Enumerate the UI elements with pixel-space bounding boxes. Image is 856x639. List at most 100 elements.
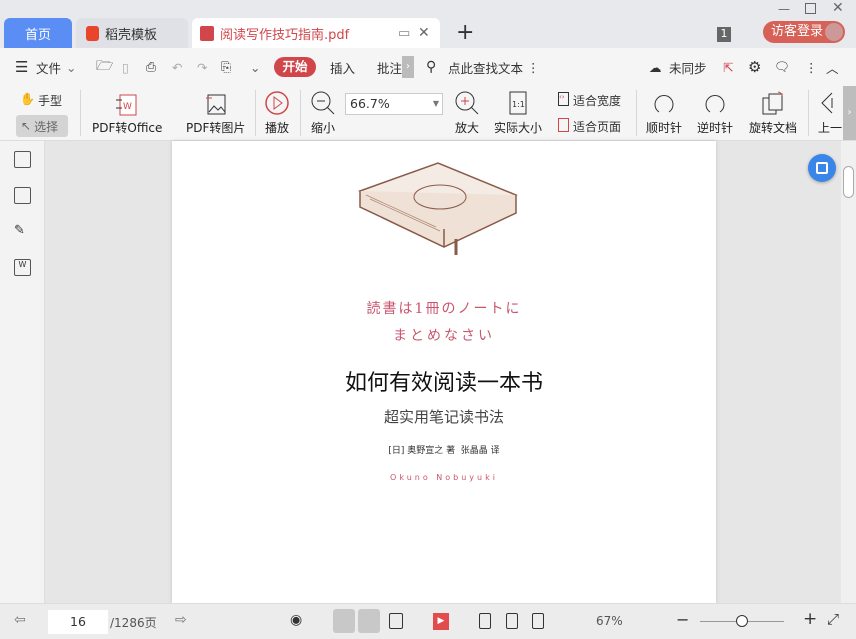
undo-icon[interactable]: ↶ bbox=[172, 60, 182, 75]
hand-icon: ✋ bbox=[20, 92, 35, 106]
pin-icon[interactable]: ▭ bbox=[398, 26, 410, 41]
open-icon[interactable]: 🗁 bbox=[96, 55, 113, 79]
fit-page-button[interactable]: 适合页面 bbox=[558, 118, 621, 135]
convert-icon bbox=[816, 162, 828, 174]
window-maximize-button[interactable] bbox=[805, 3, 816, 14]
tab-start[interactable]: 开始 bbox=[274, 57, 316, 77]
new-tab-button[interactable]: + bbox=[456, 20, 474, 45]
japanese-title-line1: 読書は1冊のノートに bbox=[366, 301, 522, 317]
ribbon: ✋ 手型 ↖ 选择 W PDF转Office PDF转图片 播放 缩小 66.7% ▼ … bbox=[0, 86, 856, 141]
page-total: /1286页 bbox=[110, 616, 157, 630]
zoom-out-minus[interactable]: − bbox=[676, 610, 689, 629]
fit-page-label: 适合页面 bbox=[573, 120, 622, 134]
ribbon-scroll-right[interactable]: › bbox=[843, 86, 856, 140]
hand-tool[interactable]: ✋ 手型 bbox=[20, 92, 62, 109]
scrollbar-thumb[interactable] bbox=[843, 166, 854, 198]
actual-size-icon: 1:1 bbox=[509, 91, 527, 115]
previous-page-button[interactable]: 上一 bbox=[818, 90, 842, 136]
page-number-input[interactable]: 16 bbox=[48, 610, 108, 634]
window-close-button[interactable]: ✕ bbox=[832, 0, 844, 16]
thumbnail-icon[interactable] bbox=[14, 187, 31, 204]
pdf-page: 読書は1冊のノートに まとめなさい 如何有效阅读一本书 超实用笔记读书法 [日]… bbox=[172, 141, 716, 603]
rotate-clockwise-button[interactable]: 顺时针 bbox=[646, 90, 682, 136]
search-icon[interactable]: ⚲ bbox=[426, 59, 436, 75]
zoom-in-plus[interactable]: + bbox=[803, 609, 817, 629]
fit-page-icon[interactable] bbox=[506, 613, 518, 629]
zoom-slider-handle[interactable] bbox=[736, 615, 748, 627]
export-icon[interactable]: ⎘ bbox=[221, 59, 231, 75]
pdf-file-icon bbox=[200, 25, 214, 41]
tab-annotate[interactable]: 批注 bbox=[377, 58, 402, 77]
settings-gear-icon[interactable]: ⚙ bbox=[748, 58, 761, 76]
zoom-level[interactable]: 67% bbox=[596, 614, 623, 628]
window-minimize-button[interactable]: — bbox=[778, 2, 790, 16]
close-tab-icon[interactable]: ✕ bbox=[418, 25, 430, 41]
tab-insert[interactable]: 插入 bbox=[330, 58, 355, 77]
redo-icon[interactable]: ↷ bbox=[197, 60, 207, 75]
tab-pdf-label: 阅读写作技巧指南.pdf bbox=[220, 27, 350, 43]
japanese-title-line2: まとめなさい bbox=[393, 328, 495, 344]
tab-doke-label: 稻壳模板 bbox=[105, 27, 158, 43]
actual-size-icon[interactable] bbox=[479, 613, 491, 629]
share-icon[interactable]: ⇱ bbox=[723, 60, 733, 75]
zoom-in-icon bbox=[455, 91, 479, 115]
tabs-scroll-right[interactable]: › bbox=[402, 56, 414, 78]
fullscreen-icon[interactable]: ⤢ bbox=[827, 610, 839, 628]
zoom-select[interactable]: 66.7% ▼ bbox=[345, 93, 443, 115]
vertical-scrollbar[interactable] bbox=[841, 141, 856, 603]
fit-width-icon[interactable] bbox=[532, 613, 544, 629]
status-bar: ⇦ 16 /1286页 ⇨ ◉ ▶ 67% − + ⤢ bbox=[0, 603, 856, 639]
tab-pdf-document[interactable]: 阅读写作技巧指南.pdf ▭ ✕ bbox=[192, 18, 440, 48]
comment-icon[interactable]: 🗨 bbox=[774, 59, 790, 75]
tab-home[interactable]: 首页 bbox=[4, 18, 72, 48]
zoom-in-label: 放大 bbox=[454, 121, 479, 135]
zoom-in-button[interactable]: 放大 bbox=[454, 90, 480, 136]
next-page-arrow-icon[interactable]: ⇨ bbox=[175, 612, 187, 628]
pdf-to-image-button[interactable]: PDF转图片 bbox=[186, 92, 245, 136]
sync-status[interactable]: 未同步 bbox=[669, 58, 707, 77]
more-icon[interactable]: ⋮ bbox=[527, 60, 540, 75]
file-menu[interactable]: 文件 bbox=[36, 58, 61, 77]
book-authors: [日] 奥野宣之 著 张晶晶 译 bbox=[388, 446, 500, 456]
continuous-view-button[interactable] bbox=[333, 609, 355, 633]
menu-icon[interactable]: ☰ bbox=[15, 58, 28, 76]
select-tool[interactable]: ↖ 选择 bbox=[16, 115, 68, 137]
rotate-document-button[interactable]: 旋转文档 bbox=[749, 90, 797, 136]
print-icon[interactable]: ⎙ bbox=[146, 59, 156, 75]
prev-page-arrow-icon[interactable]: ⇦ bbox=[14, 612, 26, 628]
annotation-pen-icon[interactable]: ✎ bbox=[14, 223, 31, 240]
rotate-counterclockwise-button[interactable]: 逆时针 bbox=[697, 90, 733, 136]
word-convert-icon[interactable]: W bbox=[14, 259, 31, 276]
play-button[interactable]: 播放 bbox=[264, 90, 290, 136]
main-toolbar: ☰ 文件 ⌄ 🗁 ▯ ⎙ ↶ ↷ ⎘ ⌄ 开始 插入 批注 › ⚲ 点此查找文本… bbox=[0, 48, 856, 86]
login-button[interactable]: 访客登录 bbox=[763, 21, 845, 43]
more-options-icon[interactable]: ⋮ bbox=[805, 60, 818, 75]
title-bar: 首页 稻壳模板 阅读写作技巧指南.pdf ▭ ✕ + — ✕ 1 访客登录 bbox=[0, 0, 856, 48]
zoom-slider[interactable] bbox=[700, 615, 784, 627]
play-slideshow-icon[interactable]: ▶ bbox=[433, 613, 449, 630]
play-icon bbox=[265, 91, 289, 115]
actual-size-button[interactable]: 1:1 实际大小 bbox=[494, 90, 542, 136]
collapse-ribbon-icon[interactable]: ︿ bbox=[826, 58, 839, 77]
cloud-sync-icon[interactable]: ☁ bbox=[649, 60, 662, 75]
hand-label: 手型 bbox=[37, 94, 62, 108]
counter-label: 逆时针 bbox=[697, 121, 734, 135]
more-dropdown-icon[interactable]: ⌄ bbox=[250, 60, 260, 75]
play-label: 播放 bbox=[264, 121, 289, 135]
pdf-to-image-icon bbox=[205, 94, 226, 115]
eye-protection-icon[interactable]: ◉ bbox=[290, 612, 302, 628]
pdf-to-office-button[interactable]: W PDF转Office bbox=[92, 92, 162, 136]
floating-convert-button[interactable] bbox=[808, 154, 836, 182]
two-page-view-icon[interactable] bbox=[389, 613, 403, 629]
doke-logo-icon bbox=[86, 25, 99, 41]
outline-icon[interactable] bbox=[14, 151, 31, 168]
save-icon[interactable]: ▯ bbox=[122, 60, 129, 75]
count-badge[interactable]: 1 bbox=[717, 27, 731, 42]
zoom-out-button[interactable]: 缩小 bbox=[310, 90, 336, 136]
tab-doke-template[interactable]: 稻壳模板 bbox=[76, 18, 188, 48]
clockwise-label: 顺时针 bbox=[646, 121, 683, 135]
single-page-view-button[interactable] bbox=[358, 609, 380, 633]
fit-width-button[interactable]: ‹› 适合宽度 bbox=[558, 92, 621, 109]
search-text-button[interactable]: 点此查找文本 bbox=[448, 58, 523, 77]
chevron-down-icon[interactable]: ⌄ bbox=[66, 60, 76, 75]
